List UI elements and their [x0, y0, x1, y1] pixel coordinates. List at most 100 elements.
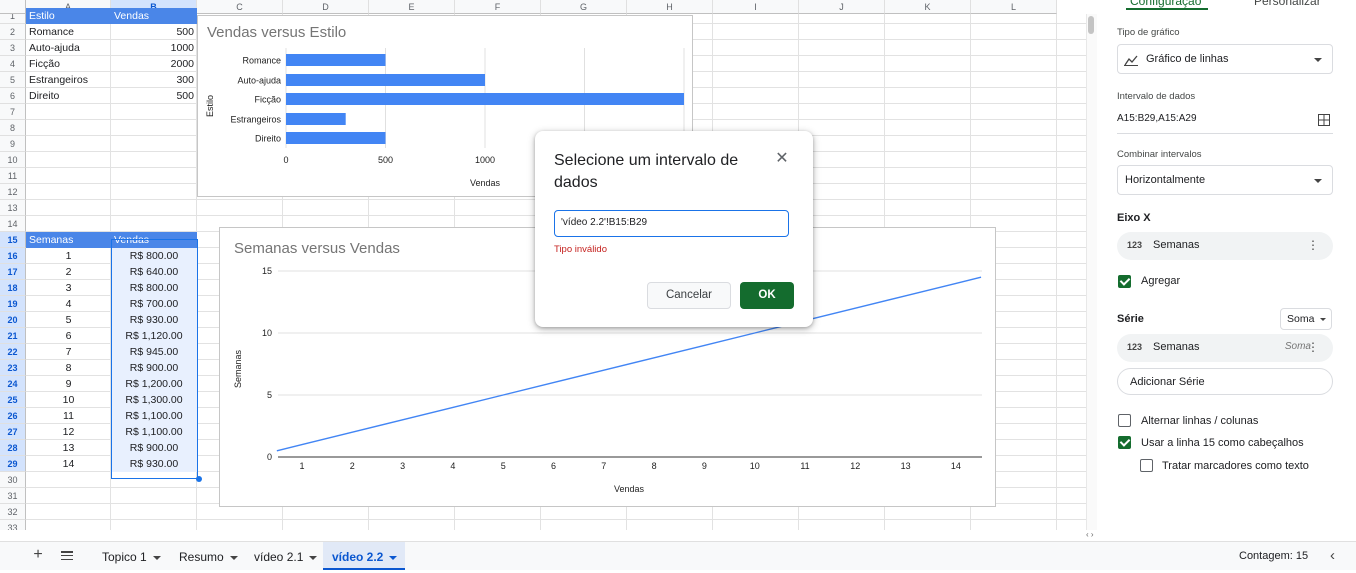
scroll-arrows[interactable]: ‹ ›: [1086, 530, 1104, 541]
row-header[interactable]: 28: [0, 440, 26, 456]
vertical-scroll-track[interactable]: [1086, 14, 1097, 530]
series-aggregate-select[interactable]: Soma: [1280, 308, 1332, 330]
table-cell[interactable]: 8: [26, 360, 111, 376]
row-header[interactable]: 26: [0, 408, 26, 424]
table-cell[interactable]: R$ 800.00: [111, 280, 197, 296]
bar[interactable]: [286, 113, 346, 125]
table-cell[interactable]: 1000: [111, 40, 197, 56]
grid-icon[interactable]: [1318, 114, 1330, 126]
bar[interactable]: [286, 93, 684, 105]
row-header[interactable]: 27: [0, 424, 26, 440]
table-header-cell[interactable]: Semanas: [26, 232, 111, 248]
table-cell[interactable]: R$ 1,120.00: [111, 328, 197, 344]
table-cell[interactable]: R$ 945.00: [111, 344, 197, 360]
column-header-d[interactable]: D: [283, 0, 369, 14]
column-header-e[interactable]: E: [369, 0, 455, 14]
table-cell[interactable]: 1: [26, 248, 111, 264]
row-header[interactable]: 16: [0, 248, 26, 264]
table-cell[interactable]: 12: [26, 424, 111, 440]
row-header[interactable]: 19: [0, 296, 26, 312]
row-header[interactable]: 7: [0, 104, 26, 120]
more-vert-icon[interactable]: ⋮: [1307, 340, 1319, 354]
column-header-k[interactable]: K: [885, 0, 971, 14]
table-cell[interactable]: R$ 640.00: [111, 264, 197, 280]
table-cell[interactable]: 500: [111, 88, 197, 104]
column-header-h[interactable]: H: [627, 0, 713, 14]
table-cell[interactable]: 6: [26, 328, 111, 344]
menu-icon[interactable]: [61, 551, 73, 561]
add-series-button[interactable]: Adicionar Série: [1117, 368, 1333, 395]
table-cell[interactable]: 7: [26, 344, 111, 360]
table-cell[interactable]: Auto-ajuda: [26, 40, 111, 56]
table-header-cell[interactable]: Vendas: [111, 232, 197, 248]
x-axis-chip[interactable]: 123 Semanas ⋮: [1117, 232, 1333, 260]
row-header[interactable]: 4: [0, 56, 26, 72]
table-cell[interactable]: 500: [111, 24, 197, 40]
tab-setup[interactable]: Configuração: [1130, 0, 1201, 8]
column-header-l[interactable]: L: [971, 0, 1057, 14]
table-cell[interactable]: Romance: [26, 24, 111, 40]
row-header[interactable]: 31: [0, 488, 26, 504]
table-cell[interactable]: R$ 1,200.00: [111, 376, 197, 392]
range-input[interactable]: 'vídeo 2.2'!B15:B29: [554, 210, 789, 237]
table-cell[interactable]: Ficção: [26, 56, 111, 72]
table-cell[interactable]: 300: [111, 72, 197, 88]
column-header-f[interactable]: F: [455, 0, 541, 14]
row-header[interactable]: 32: [0, 504, 26, 520]
table-cell[interactable]: 10: [26, 392, 111, 408]
row-header[interactable]: 10: [0, 152, 26, 168]
sheet-tab[interactable]: Resumo: [166, 542, 241, 570]
column-header-c[interactable]: C: [197, 0, 283, 14]
table-cell[interactable]: 3: [26, 280, 111, 296]
chevron-down-icon[interactable]: [229, 555, 238, 560]
aggregate-checkbox[interactable]: [1118, 275, 1131, 288]
table-cell[interactable]: 2: [26, 264, 111, 280]
table-cell[interactable]: R$ 700.00: [111, 296, 197, 312]
table-cell[interactable]: 13: [26, 440, 111, 456]
row-header[interactable]: 18: [0, 280, 26, 296]
column-header-i[interactable]: I: [713, 0, 799, 14]
row-header[interactable]: 2: [0, 24, 26, 40]
chevron-down-icon[interactable]: [152, 555, 161, 560]
sheet-tab[interactable]: vídeo 2.1: [241, 542, 323, 570]
row-header[interactable]: 30: [0, 472, 26, 488]
table-cell[interactable]: R$ 930.00: [111, 456, 197, 472]
row-header[interactable]: 23: [0, 360, 26, 376]
bar[interactable]: [286, 54, 386, 66]
chart-type-select[interactable]: Gráfico de linhas: [1117, 44, 1333, 74]
sheet-tab[interactable]: vídeo 2.2: [323, 542, 405, 570]
row-header[interactable]: 9: [0, 136, 26, 152]
table-cell[interactable]: 2000: [111, 56, 197, 72]
table-cell[interactable]: Direito: [26, 88, 111, 104]
use-row-headers-checkbox[interactable]: [1118, 436, 1131, 449]
cancel-button[interactable]: Cancelar: [647, 282, 731, 309]
table-cell[interactable]: R$ 1,100.00: [111, 408, 197, 424]
plus-icon[interactable]: +: [30, 546, 46, 564]
status-count[interactable]: Contagem: 15: [1239, 550, 1308, 562]
table-cell[interactable]: 11: [26, 408, 111, 424]
row-header[interactable]: 33: [0, 520, 26, 530]
table-cell[interactable]: 5: [26, 312, 111, 328]
treat-labels-checkbox[interactable]: [1140, 459, 1153, 472]
table-cell[interactable]: R$ 930.00: [111, 312, 197, 328]
switch-rows-checkbox[interactable]: [1118, 414, 1131, 427]
chevron-down-icon[interactable]: [309, 555, 318, 560]
chevron-down-icon[interactable]: [389, 555, 398, 560]
data-range-field[interactable]: A15:B29,A15:A29: [1117, 106, 1333, 134]
combine-select[interactable]: Horizontalmente: [1117, 165, 1333, 195]
chevron-left-icon[interactable]: ‹: [1330, 547, 1335, 564]
table-header-cell[interactable]: Estilo: [26, 8, 111, 24]
bar[interactable]: [286, 132, 386, 144]
row-header[interactable]: 17: [0, 264, 26, 280]
table-cell[interactable]: 4: [26, 296, 111, 312]
fill-handle[interactable]: [196, 476, 202, 482]
row-header[interactable]: 20: [0, 312, 26, 328]
row-header[interactable]: 11: [0, 168, 26, 184]
table-cell[interactable]: R$ 900.00: [111, 440, 197, 456]
row-header[interactable]: 3: [0, 40, 26, 56]
vertical-scrollbar[interactable]: [1088, 16, 1094, 34]
close-icon[interactable]: ✕: [773, 150, 791, 168]
ok-button[interactable]: OK: [740, 282, 794, 309]
table-cell[interactable]: 9: [26, 376, 111, 392]
row-header[interactable]: 6: [0, 88, 26, 104]
